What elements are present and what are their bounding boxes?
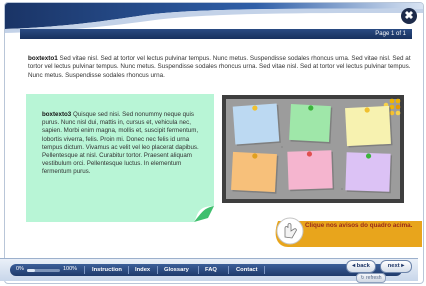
page-indicator: Page 1 of 1 [375,31,406,37]
nav-link-glossary[interactable]: Glossary [160,265,193,275]
tip-text: Clique nos avisos do quadro acima. [305,222,413,229]
note-pink[interactable] [287,150,335,192]
back-button[interactable]: ◂ back [346,260,376,273]
nav-separator [128,266,129,274]
nav-link-faq[interactable]: FAQ [201,265,221,275]
progress-start-label: 0% [16,266,24,272]
intro-body: Sed vitae nisl. Sed at tortor vel lectus… [28,55,411,79]
page-indicator-bar: Page 1 of 1 [20,29,412,39]
note-blue[interactable] [232,103,281,146]
progress-end-label: 100% [63,266,78,272]
progress-fill [27,269,36,272]
intro-text: boxtexto1 Sed vitae nisl. Sed at tortor … [28,55,412,80]
sticky-note-panel: boxtexto3 Quisque sed nisi. Sed nonummy … [26,94,214,222]
nav-separator [264,266,265,274]
close-button[interactable]: ✖ [401,8,417,24]
nav-separator [228,266,229,274]
back-label: back [356,263,370,269]
nav-separator [84,266,85,274]
nav-link-index[interactable]: Index [131,265,154,275]
corkboard [222,95,404,203]
note-purple[interactable] [345,152,393,194]
note-green[interactable] [289,103,333,144]
next-arrow-icon: ▸ [399,263,405,269]
next-label: next [387,263,400,269]
note-title: boxtexto3 [42,111,72,118]
note-body: Quisque sed nisi. Sed nonummy neque quis… [42,111,199,176]
nav-link-instruction[interactable]: Instruction [88,265,126,275]
note-text: boxtexto3 Quisque sed nisi. Sed nonummy … [42,111,202,177]
nav-separator [157,266,158,274]
nav-link-contact[interactable]: Contact [232,265,262,275]
intro-title: boxtexto1 [28,55,58,62]
progress-track [27,269,60,272]
refresh-button[interactable]: ↻ refresh [356,273,386,283]
note-yellow[interactable] [345,105,393,148]
next-button[interactable]: next ▸ [380,260,412,273]
nav-separator [198,266,199,274]
note-orange[interactable] [231,151,279,194]
refresh-label: refresh [366,275,382,281]
